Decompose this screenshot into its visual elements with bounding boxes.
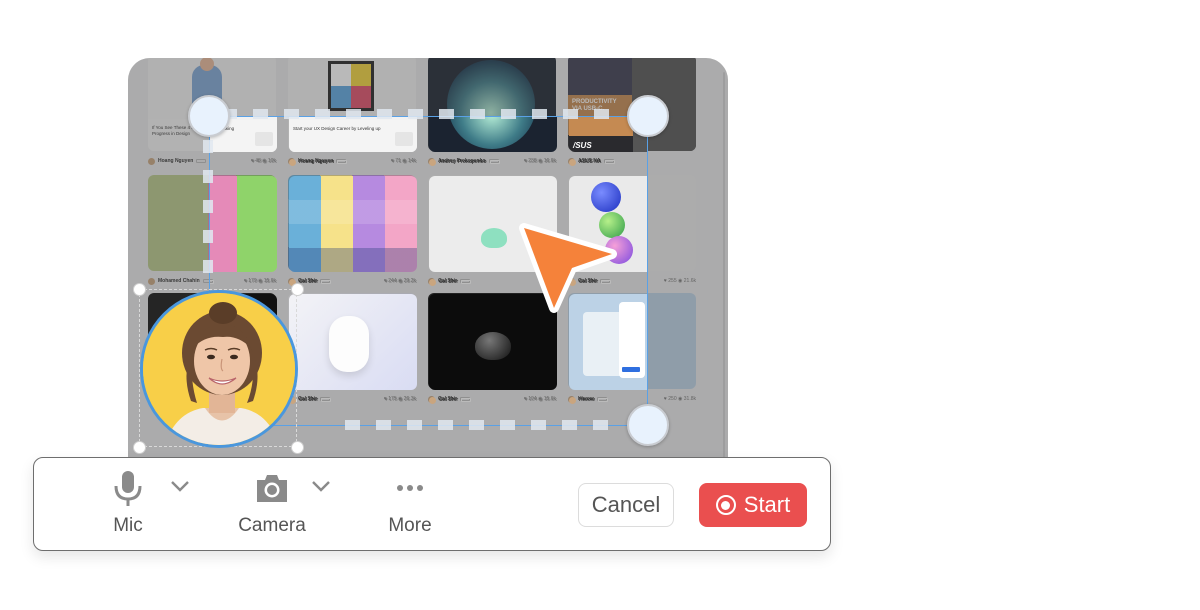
author-name[interactable]: Gal Shir [439,397,458,403]
author-avatar[interactable] [429,396,436,404]
author-name[interactable]: Gal Shir [299,397,318,403]
author-name[interactable]: Hiwow [579,397,595,403]
camera-icon [257,475,287,502]
author-badge [461,280,472,284]
author-badge [489,160,500,164]
author-avatar[interactable] [289,158,296,166]
author-badge [597,398,608,402]
selection-bottom-edge[interactable] [345,420,608,430]
author-avatar[interactable] [429,278,436,286]
more-dots-icon [397,485,423,491]
camera-preview[interactable] [140,290,298,448]
author-badge [604,160,615,164]
author-name[interactable]: Andrey Prokopenko [439,159,487,165]
shot-meta: Gal Shir ♥ 244 ◉ 29.2k [289,276,417,288]
shot-stats: ♥ 48 ◉ 10k [251,159,277,165]
resize-handle-top-left[interactable] [188,95,230,137]
shot-meta: Hiwow♥ 250 ◉ 31.8k [569,394,647,406]
cursor-pointer-icon [519,223,617,313]
mic-options-chevron-down-icon[interactable] [168,478,192,494]
author-avatar[interactable] [569,158,576,166]
screen-recorder-overlay: If You See These 4 Signs, You're Making … [0,0,1200,610]
shot-thumbnail[interactable] [289,294,417,390]
author-badge [210,280,214,284]
shot-stats: ♥ 104 ◉ 15.6k [524,397,557,403]
recording-toolbar: Mic Camera More Cancel Start [33,457,831,551]
mic-label: Mic [113,515,143,536]
shot-meta: Gal Shir ♥ 104 ◉ 15.6k [429,394,557,406]
author-avatar[interactable] [148,157,155,165]
start-label: Start [743,492,791,517]
more-button[interactable]: More [380,470,440,537]
selection-left-edge[interactable] [203,140,213,273]
author-avatar[interactable] [148,277,155,285]
author-badge [321,280,332,284]
shot-stats: ♥ 238 ◉ 16.6k [524,159,557,165]
author-name[interactable]: Mohamed Chahin [158,278,200,284]
cancel-button[interactable]: Cancel [578,483,674,527]
shot-stats: ♥ 250 ◉ 31.8k [663,396,696,402]
camera-resize-handle-top-right[interactable] [291,283,304,296]
microphone-icon [114,471,142,506]
shot-meta: Andrey Prokopenko ♥ 238 ◉ 16.6k [429,156,557,168]
shot-stats: ♥ 244 ◉ 29.2k [384,279,417,285]
author-badge [461,398,472,402]
selection-top-edge[interactable] [222,109,609,119]
shot-meta: Hoang Nguyen♥ 48 ◉ 10k [210,156,277,168]
start-button[interactable]: Start [699,483,807,527]
author-badge [337,160,348,164]
resize-handle-top-right[interactable] [627,95,669,137]
author-name[interactable]: Hoang Nguyen [158,158,193,164]
camera-label: Camera [238,515,306,536]
camera-button[interactable]: Camera [234,470,310,537]
camera-options-chevron-down-icon[interactable] [309,478,333,494]
shot-meta: ASUS NA [569,156,647,168]
author-name[interactable]: ASUS NA [579,159,602,165]
camera-resize-handle-bottom-right[interactable] [291,441,304,454]
record-icon [715,495,736,515]
shot-stats: ♥ 179 ◉ 15.6k [244,279,277,285]
scrollbar[interactable] [723,72,725,462]
camera-resize-handle-bottom-left[interactable] [133,441,146,454]
shot-meta: Mohamed Chahin♥ 179 ◉ 15.6k [210,276,277,288]
camera-resize-handle-top-left[interactable] [133,283,146,296]
cancel-label: Cancel [591,492,661,517]
person-avatar-icon [143,293,295,445]
mic-button[interactable]: Mic [100,470,156,537]
shot-thumbnail[interactable] [210,176,277,272]
shot-thumbnail[interactable]: Start your UX Design Career by Leveling … [289,117,417,152]
author-badge [321,398,332,402]
more-label: More [388,515,432,536]
author-name[interactable]: Hoang Nguyen [299,159,334,165]
resize-handle-bottom-right[interactable] [627,404,669,446]
author-avatar[interactable] [429,158,436,166]
shot-meta: Hoang Nguyen ♥ 71 ◉ 14k [289,156,417,168]
author-avatar[interactable] [569,396,576,404]
shot-stats: ♥ 175 ◉ 26.3k [384,397,417,403]
shot-thumbnail[interactable] [289,176,417,272]
shot-stats: ♥ 255 ◉ 21.6k [663,278,696,284]
shot-thumbnail[interactable] [429,117,557,152]
shot-caption: Start your UX Design Career by Leveling … [293,126,381,131]
shot-meta: Gal Shir ♥ 175 ◉ 26.3k [289,394,417,406]
author-name[interactable]: Gal Shir [439,279,458,285]
shot-stats: ♥ 71 ◉ 14k [391,159,417,165]
